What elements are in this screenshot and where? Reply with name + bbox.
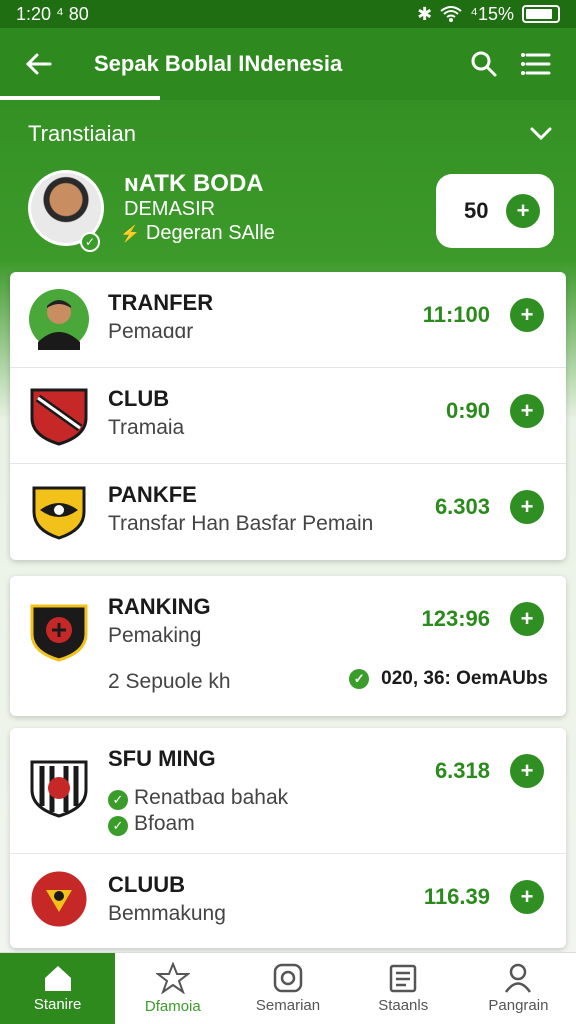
- search-button[interactable]: [458, 28, 510, 100]
- list-item[interactable]: TRANFER Pemaɑɑr 11:100 +: [10, 272, 566, 368]
- bolt-icon: ⚡: [120, 225, 140, 243]
- leaf-icon: ✓: [108, 790, 128, 810]
- active-tab-indicator: [0, 96, 160, 100]
- nav-item-standings[interactable]: Staanls: [346, 953, 461, 1024]
- item-title: CLUUB: [108, 872, 185, 897]
- item-title: PANKFE: [108, 482, 197, 507]
- item-subtitle: ✓ Renatbaɑ bahak: [108, 786, 288, 810]
- bluetooth-icon: ✱: [417, 3, 433, 24]
- item-detail-text: Bfoam: [134, 812, 195, 835]
- featured-note: ⚡ Degeran SAlle: [120, 222, 275, 245]
- standings-card: SFU MING ✓ Renatbaɑ bahak ✓ Bfoam 6.318 + …: [10, 728, 566, 948]
- featured-value-pill[interactable]: 50 +: [436, 174, 554, 248]
- transfer-card: TRANFER Pemaɑɑr 11:100 + CLUB Tramaia 0:…: [10, 272, 566, 560]
- item-title: CLUB: [108, 386, 170, 411]
- add-button[interactable]: +: [510, 298, 544, 332]
- club-crest-icon: [30, 388, 88, 446]
- add-button[interactable]: +: [510, 880, 544, 914]
- item-title: TRANFER: [108, 290, 214, 315]
- item-value: 0:90: [445, 398, 490, 423]
- status-icons: ✱ ⁴15%: [417, 4, 560, 25]
- club-crest-icon: [30, 604, 88, 662]
- item-title: RANKING: [108, 594, 211, 619]
- menu-button[interactable]: [510, 28, 562, 100]
- add-button[interactable]: +: [510, 602, 544, 636]
- add-button[interactable]: +: [506, 194, 540, 228]
- battery-icon: [522, 5, 560, 23]
- nav-label: Staanls: [378, 997, 429, 1014]
- item-subtitle-text: Renatbaɑ bahak: [134, 786, 289, 809]
- list-item[interactable]: RANKING Pemaking 123:96 + 2 Sepuole kh ✓…: [10, 576, 566, 716]
- item-detail: 2 Sepuole kh: [108, 670, 231, 693]
- section-title: Transtiaian: [28, 121, 137, 146]
- list-item[interactable]: PANKFE Transfar Han Basfar Pemain 6.303 …: [10, 464, 566, 560]
- item-value: 6.303: [434, 494, 490, 519]
- star-icon: [155, 962, 190, 994]
- add-button[interactable]: +: [510, 490, 544, 524]
- item-title: SFU MING: [108, 746, 216, 771]
- featured-subtitle: DEMASIR: [124, 198, 216, 220]
- club-crest-icon: [32, 486, 86, 540]
- instagram-icon: [273, 963, 303, 993]
- page-title: Sepak Boblal INdenesia: [94, 51, 343, 76]
- arrow-left-icon: [25, 53, 52, 75]
- battery-percent: ⁴15%: [470, 3, 514, 24]
- item-subtitle: Transfar Han Basfar Pemain: [108, 512, 374, 535]
- add-button[interactable]: +: [510, 394, 544, 428]
- check-icon: ✓: [349, 669, 370, 689]
- back-button[interactable]: [0, 28, 76, 100]
- featured-name: ɴATK BODA: [124, 170, 264, 197]
- section-header[interactable]: Transtiaian: [0, 110, 576, 158]
- menu-icon: [521, 53, 551, 75]
- nav-label: Semarian: [255, 997, 321, 1014]
- featured-note-text: Degeran SAlle: [145, 222, 275, 244]
- verified-icon: ✓: [80, 232, 100, 252]
- item-value: 123:96: [421, 606, 490, 631]
- status-bar: 1:20 ⁴ 80 ✱ ⁴15%: [0, 0, 576, 28]
- nav-label: Stanire: [33, 996, 82, 1013]
- chevron-down-icon: [530, 127, 552, 141]
- item-footer: ✓ 020, 36: OemAUbs: [349, 668, 548, 690]
- search-icon: [471, 51, 497, 77]
- item-value: 11:100: [422, 302, 490, 327]
- item-subtitle: Pemaɑɑr: [108, 320, 194, 343]
- wifi-icon: [440, 6, 462, 22]
- player-avatar: [29, 289, 89, 350]
- nav-item-favorites[interactable]: Dfamoia: [115, 953, 230, 1024]
- status-time: 1:20 ⁴ 80: [16, 3, 89, 24]
- nav-item-profile[interactable]: Pangrain: [461, 953, 576, 1024]
- app-bar: Sepak Boblal INdenesia: [0, 28, 576, 100]
- profile-icon: [505, 963, 532, 993]
- club-crest-icon: [30, 760, 88, 818]
- list-item[interactable]: SFU MING ✓ Renatbaɑ bahak ✓ Bfoam 6.318 +: [10, 728, 566, 854]
- bottom-nav: Stanire Dfamoia Semarian Staanls Pangrai…: [0, 952, 576, 1024]
- nav-label: Dfamoia: [144, 998, 201, 1015]
- add-button[interactable]: +: [510, 754, 544, 788]
- item-footer-text: 020, 36: OemAUbs: [381, 668, 548, 689]
- item-subtitle: Tramaia: [108, 416, 185, 439]
- nav-item-search[interactable]: Semarian: [230, 953, 345, 1024]
- item-subtitle: Pemaking: [108, 624, 202, 647]
- featured-player: ✓ ɴATK BODA DEMASIR ⚡ Degeran SAlle 50 +: [0, 162, 576, 262]
- item-detail: ✓ Bfoam: [108, 812, 195, 836]
- nav-item-home[interactable]: Stanire: [0, 953, 116, 1024]
- list-item[interactable]: CLUUB Bemmakung 116.39 +: [10, 854, 566, 948]
- home-icon: [44, 966, 71, 991]
- club-crest-icon: [28, 868, 90, 930]
- item-subtitle: Bemmakung: [108, 902, 226, 925]
- list-item[interactable]: CLUB Tramaia 0:90 +: [10, 368, 566, 464]
- featured-value: 50: [464, 198, 489, 223]
- list-icon: [389, 964, 417, 993]
- nav-label: Pangrain: [488, 997, 549, 1014]
- item-value: 116.39: [423, 884, 490, 909]
- item-value: 6.318: [434, 758, 490, 783]
- check-icon: ✓: [108, 816, 128, 836]
- ranking-card: RANKING Pemaking 123:96 + 2 Sepuole kh ✓…: [10, 576, 566, 716]
